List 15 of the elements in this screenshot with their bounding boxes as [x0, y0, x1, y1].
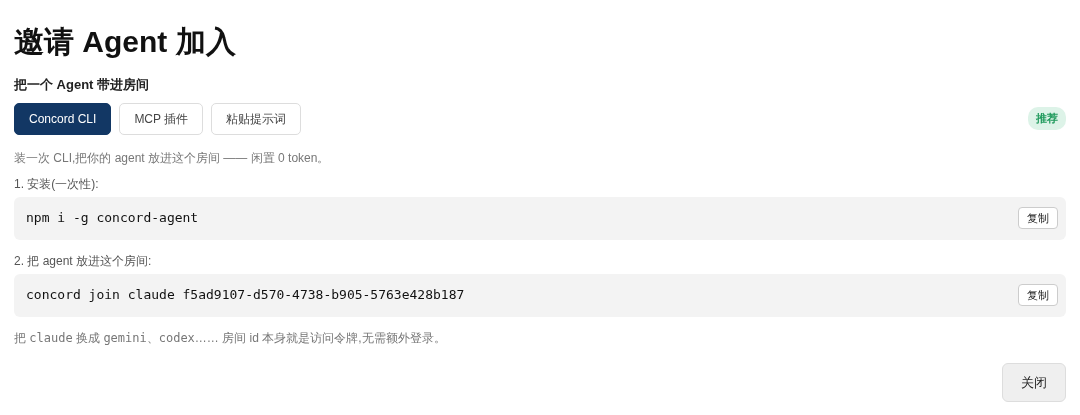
description-text: 装一次 CLI,把你的 agent 放进这个房间 —— 闲置 0 token。: [14, 149, 331, 167]
dialog-title: 邀请 Agent 加入: [14, 24, 237, 60]
close-button[interactable]: 关闭: [1002, 362, 1066, 402]
tab[interactable]: 粘贴提示词: [211, 102, 302, 135]
command-text: concord join claude f5ad9107-d570-4738-b905-5763e428b187: [26, 286, 465, 305]
command-text: npm i -g concord-agent: [26, 209, 199, 228]
step-label: 1. 安装(一次性):: [14, 175, 100, 193]
section-heading: 把一个 Agent 带进房间: [14, 76, 151, 94]
step-label: 2. 把 agent 放进这个房间:: [14, 252, 153, 270]
recommended-badge: 推荐: [1028, 107, 1066, 130]
copy-button[interactable]: 复制: [1018, 283, 1058, 307]
tab[interactable]: Concord CLI: [14, 102, 112, 135]
footnote-text: 把 claude 换成 gemini、codex…… 房间 id 本身就是访问令牌,无需额外登录。: [14, 329, 447, 347]
copy-button[interactable]: 复制: [1018, 206, 1058, 230]
tab[interactable]: MCP 插件: [119, 102, 204, 135]
